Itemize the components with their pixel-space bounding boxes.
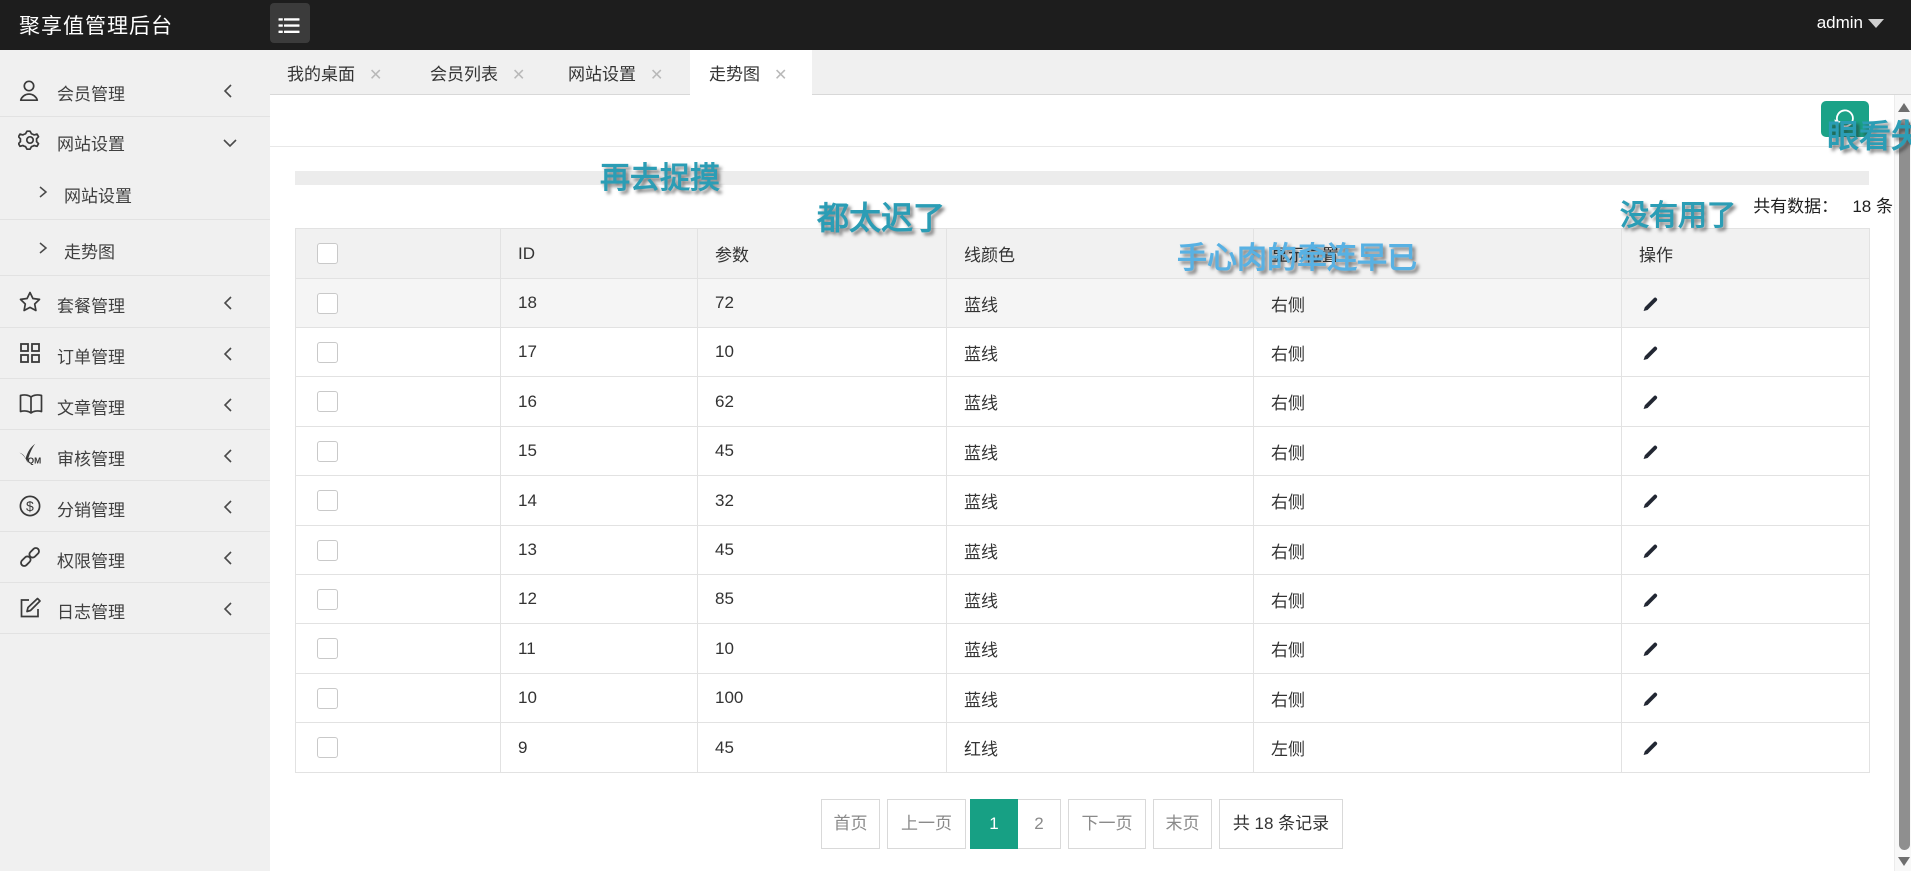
svg-text:$: $ xyxy=(26,498,34,514)
svg-text:QM: QM xyxy=(28,456,42,466)
